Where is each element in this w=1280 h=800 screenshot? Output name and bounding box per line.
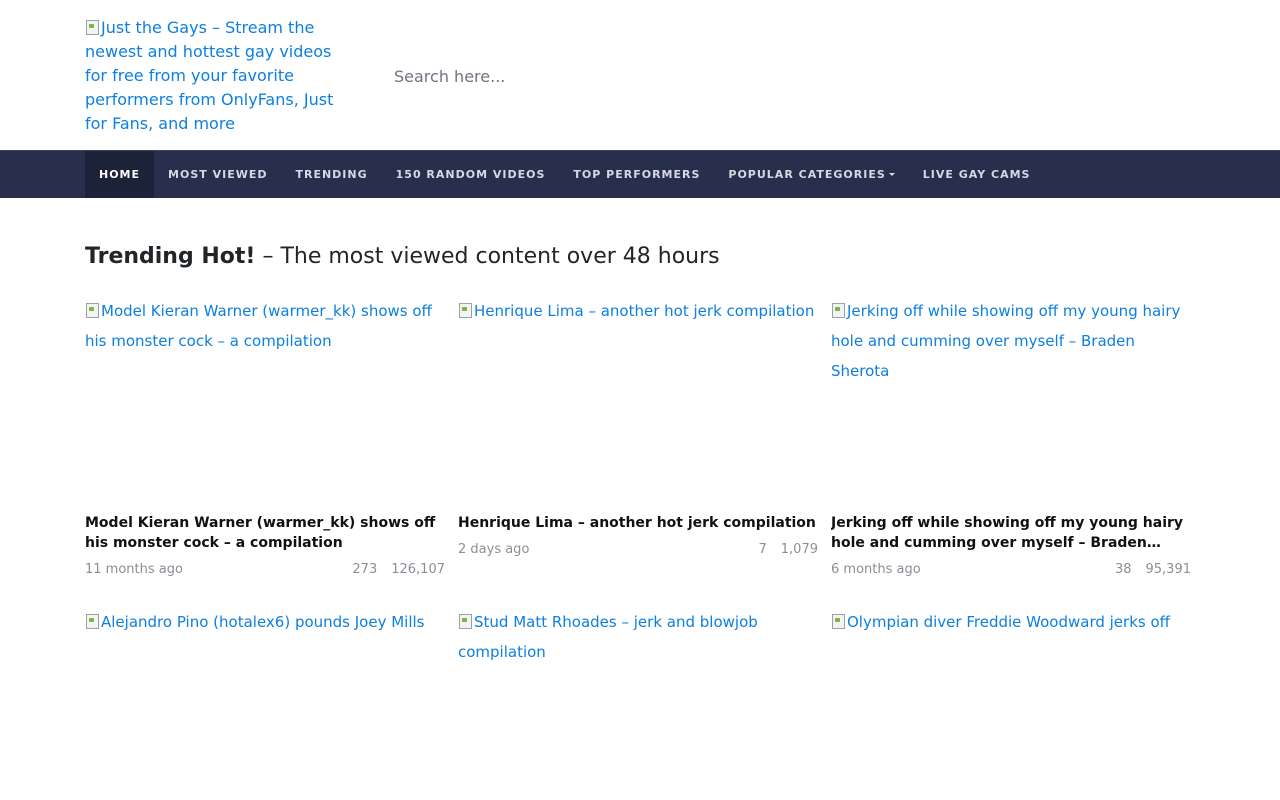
nav-item-top-performers[interactable]: TOP PERFORMERS xyxy=(559,151,714,198)
logo-alt-text: Just the Gays – Stream the newest and ho… xyxy=(85,18,334,133)
broken-image-icon xyxy=(85,302,99,318)
video-date: 6 months ago xyxy=(831,562,921,577)
video-title[interactable]: Jerking off while showing off my young h… xyxy=(831,513,1191,553)
main-navigation: HOME MOST VIEWED TRENDING 150 RANDOM VID… xyxy=(0,150,1280,198)
video-thumbnail[interactable]: Jerking off while showing off my young h… xyxy=(831,296,1191,501)
video-meta: 6 months ago 38 95,391 xyxy=(831,562,1191,577)
page-title: Trending Hot! – The most viewed content … xyxy=(85,242,1195,272)
nav-item-trending[interactable]: TRENDING xyxy=(281,151,381,198)
video-stats: 7 1,079 xyxy=(745,542,819,557)
nav-item-random-videos[interactable]: 150 RANDOM VIDEOS xyxy=(382,151,560,198)
search-input[interactable] xyxy=(394,60,894,92)
video-views: 126,107 xyxy=(391,562,445,577)
video-card: Olympian diver Freddie Woodward jerks of… xyxy=(831,607,1191,800)
nav-item-most-viewed[interactable]: MOST VIEWED xyxy=(154,151,281,198)
video-card: Alejandro Pino (hotalex6) pounds Joey Mi… xyxy=(85,607,445,800)
site-logo-link[interactable]: Just the Gays – Stream the newest and ho… xyxy=(85,16,345,136)
broken-image-icon xyxy=(458,613,472,629)
video-thumbnail[interactable]: Stud Matt Rhoades – jerk and blowjob com… xyxy=(458,607,818,800)
video-card: Jerking off while showing off my young h… xyxy=(831,296,1191,577)
video-date: 11 months ago xyxy=(85,562,183,577)
thumbnail-alt-text: Jerking off while showing off my young h… xyxy=(831,302,1181,380)
caret-down-icon xyxy=(888,173,895,176)
video-card: Model Kieran Warner (warmer_kk) shows of… xyxy=(85,296,445,577)
broken-image-icon xyxy=(831,613,845,629)
video-stats: 273 126,107 xyxy=(338,562,445,577)
video-likes: 38 xyxy=(1114,562,1132,577)
video-card: Stud Matt Rhoades – jerk and blowjob com… xyxy=(458,607,818,800)
main-content: Trending Hot! – The most viewed content … xyxy=(0,198,1280,800)
video-likes: 273 xyxy=(352,562,378,577)
nav-item-popular-categories-label: POPULAR CATEGORIES xyxy=(728,168,886,181)
thumbnail-alt-text: Henrique Lima – another hot jerk compila… xyxy=(474,302,815,320)
video-thumbnail[interactable]: Model Kieran Warner (warmer_kk) shows of… xyxy=(85,296,445,501)
site-header: Just the Gays – Stream the newest and ho… xyxy=(0,0,1280,150)
thumbnail-alt-text: Model Kieran Warner (warmer_kk) shows of… xyxy=(85,302,432,350)
video-meta: 2 days ago 7 1,079 xyxy=(458,542,818,557)
page-title-bold: Trending Hot! xyxy=(85,244,256,269)
thumbnail-alt-text: Olympian diver Freddie Woodward jerks of… xyxy=(847,613,1170,631)
page-title-subtitle: – The most viewed content over 48 hours xyxy=(255,244,720,269)
thumbnail-alt-text: Stud Matt Rhoades – jerk and blowjob com… xyxy=(458,613,758,661)
video-meta: 11 months ago 273 126,107 xyxy=(85,562,445,577)
video-stats: 38 95,391 xyxy=(1101,562,1191,577)
video-date: 2 days ago xyxy=(458,542,530,557)
video-likes: 7 xyxy=(758,542,767,557)
video-card: Henrique Lima – another hot jerk compila… xyxy=(458,296,818,577)
video-views: 1,079 xyxy=(780,542,818,557)
video-title[interactable]: Henrique Lima – another hot jerk compila… xyxy=(458,513,818,533)
video-title[interactable]: Model Kieran Warner (warmer_kk) shows of… xyxy=(85,513,445,553)
video-grid: Model Kieran Warner (warmer_kk) shows of… xyxy=(85,296,1195,800)
thumbnail-alt-text: Alejandro Pino (hotalex6) pounds Joey Mi… xyxy=(101,613,425,631)
nav-item-live-cams[interactable]: LIVE GAY CAMS xyxy=(909,151,1045,198)
video-thumbnail[interactable]: Henrique Lima – another hot jerk compila… xyxy=(458,296,818,501)
broken-image-icon xyxy=(831,302,845,318)
broken-image-icon xyxy=(85,19,99,35)
broken-image-icon xyxy=(85,613,99,629)
nav-item-popular-categories[interactable]: POPULAR CATEGORIES xyxy=(714,151,908,198)
video-thumbnail[interactable]: Alejandro Pino (hotalex6) pounds Joey Mi… xyxy=(85,607,445,800)
video-thumbnail[interactable]: Olympian diver Freddie Woodward jerks of… xyxy=(831,607,1191,800)
nav-item-home[interactable]: HOME xyxy=(85,151,155,198)
video-views: 95,391 xyxy=(1145,562,1192,577)
broken-image-icon xyxy=(458,302,472,318)
